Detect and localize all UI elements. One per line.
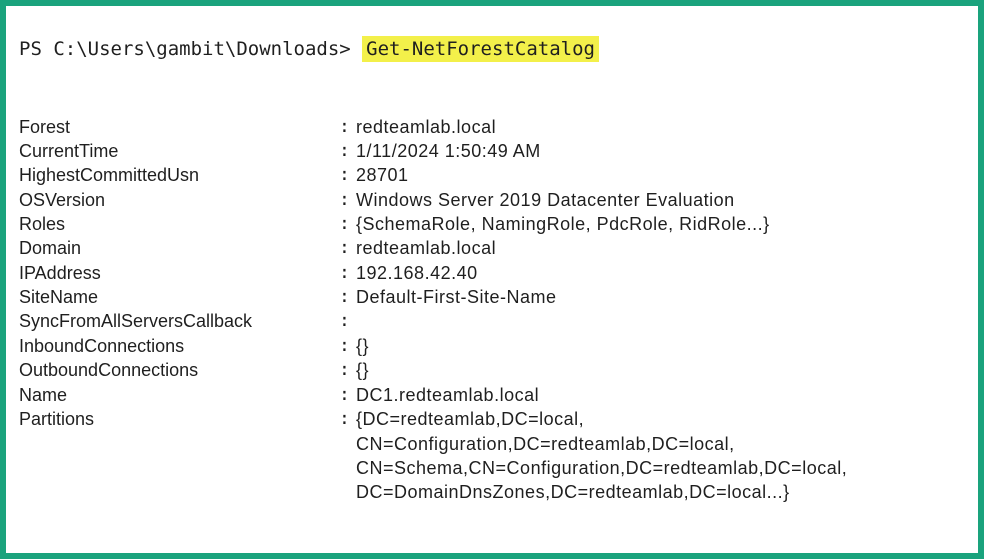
property-value: DC1.redteamlab.local [356,385,540,405]
property-name: Partitions [19,409,95,429]
partitions-continuation-line: CN=Configuration,DC=redteamlab,DC=local, [356,434,735,454]
partitions-continuation-line: DC=DomainDnsZones,DC=redteamlab,DC=local… [356,482,790,502]
property-value: Windows Server 2019 Datacenter Evaluatio… [356,190,735,210]
separator: : [339,384,350,405]
property-value: {DC=redteamlab,DC=local, [356,409,585,429]
output-row-partitions: Partitions : {DC=redteamlab,DC=local, [19,407,584,431]
powershell-console[interactable]: PS C:\Users\gambit\Downloads> Get-NetFor… [6,6,978,553]
property-value: {SchemaRole, NamingRole, PdcRole, RidRol… [356,214,770,234]
property-value: 1/11/2024 1:50:49 AM [356,141,541,161]
separator: : [339,189,350,210]
property-value: {} [356,360,370,380]
output-row-sitename: SiteName : Default-First-Site-Name [19,285,556,309]
property-name: SiteName [19,287,99,307]
separator: : [339,359,350,380]
property-name: Name [19,385,68,405]
output-row-osversion: OSVersion : Windows Server 2019 Datacent… [19,188,734,212]
property-value: 192.168.42.40 [356,263,478,283]
output-row-syncfromallserverscallback: SyncFromAllServersCallback : [19,309,350,333]
output-row-domain: Domain : redteamlab.local [19,236,496,260]
property-name: Forest [19,117,71,137]
output-row-outboundconnections: OutboundConnections : {} [19,358,369,382]
partitions-continuation-line: CN=Schema,CN=Configuration,DC=redteamlab… [356,458,848,478]
output-row-inboundconnections: InboundConnections : {} [19,334,369,358]
property-value: redteamlab.local [356,117,497,137]
separator: : [339,408,350,429]
separator: : [339,116,350,137]
separator: : [339,310,350,331]
property-name: SyncFromAllServersCallback [19,311,253,331]
property-name: OutboundConnections [19,360,199,380]
property-value: Default-First-Site-Name [356,287,557,307]
separator: : [339,140,350,161]
prompt-line: PS C:\Users\gambit\Downloads> Get-NetFor… [19,36,599,62]
property-value: 28701 [356,165,409,185]
screenshot-frame: PS C:\Users\gambit\Downloads> Get-NetFor… [0,0,984,559]
output-row-highestcommittedusn: HighestCommittedUsn : 28701 [19,163,408,187]
output-row-name: Name : DC1.redteamlab.local [19,383,539,407]
property-name: OSVersion [19,190,106,210]
property-name: CurrentTime [19,141,119,161]
separator: : [339,286,350,307]
property-name: IPAddress [19,263,101,283]
property-name: HighestCommittedUsn [19,165,200,185]
output-row-roles: Roles : {SchemaRole, NamingRole, PdcRole… [19,212,769,236]
property-value: {} [356,336,370,356]
separator: : [339,262,350,283]
property-value: redteamlab.local [356,238,497,258]
output-row-currenttime: CurrentTime : 1/11/2024 1:50:49 AM [19,139,540,163]
separator: : [339,335,350,356]
prompt-path: PS C:\Users\gambit\Downloads> [19,38,363,60]
output-row-forest: Forest : redteamlab.local [19,115,496,139]
separator: : [339,213,350,234]
output-row-ipaddress: IPAddress : 192.168.42.40 [19,261,477,285]
separator: : [339,237,350,258]
separator: : [339,164,350,185]
command-text: Get-NetForestCatalog [362,36,599,62]
property-name: InboundConnections [19,336,185,356]
property-name: Domain [19,238,82,258]
property-name: Roles [19,214,66,234]
